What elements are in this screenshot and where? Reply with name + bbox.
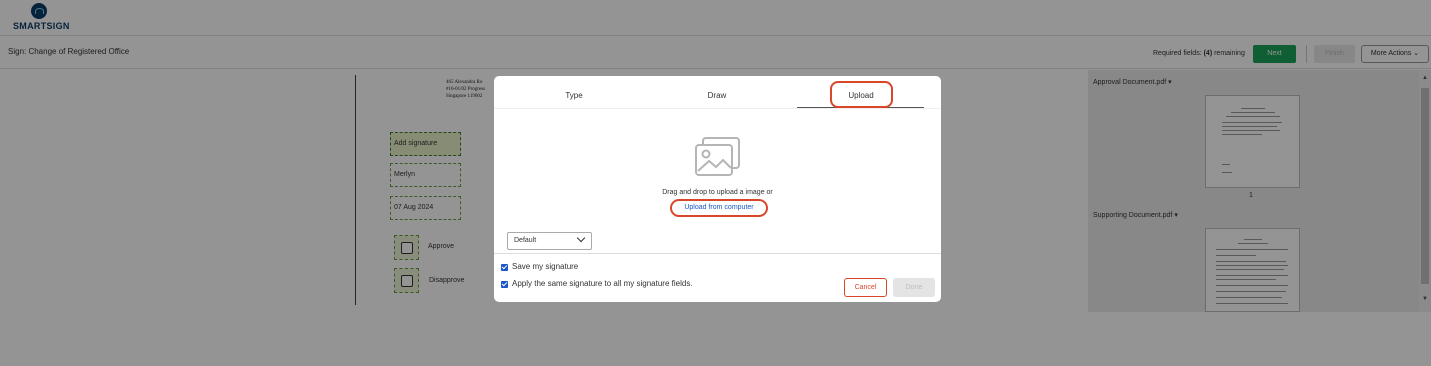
tab-type[interactable]: Type xyxy=(514,76,634,108)
drop-instructions: Drag and drop to upload a image or xyxy=(662,189,773,196)
apply-all-checkbox[interactable] xyxy=(501,281,508,288)
apply-all-label: Apply the same signature to all my signa… xyxy=(512,279,693,288)
save-signature-checkbox[interactable] xyxy=(501,264,508,271)
tabs-divider xyxy=(494,108,941,109)
modal-divider xyxy=(494,253,941,254)
upload-tab-highlight xyxy=(830,81,893,108)
chevron-down-icon xyxy=(576,233,586,243)
tab-draw[interactable]: Draw xyxy=(657,76,777,108)
image-upload-icon xyxy=(695,137,740,176)
cancel-button[interactable]: Cancel xyxy=(844,278,887,297)
save-signature-label: Save my signature xyxy=(512,262,579,271)
signature-style-select[interactable]: Default xyxy=(507,232,592,250)
upload-from-computer-link[interactable]: Upload from computer xyxy=(670,199,768,217)
done-button[interactable]: Done xyxy=(893,278,935,297)
signature-modal: Type Draw Upload Drag and drop to upload… xyxy=(494,76,941,302)
